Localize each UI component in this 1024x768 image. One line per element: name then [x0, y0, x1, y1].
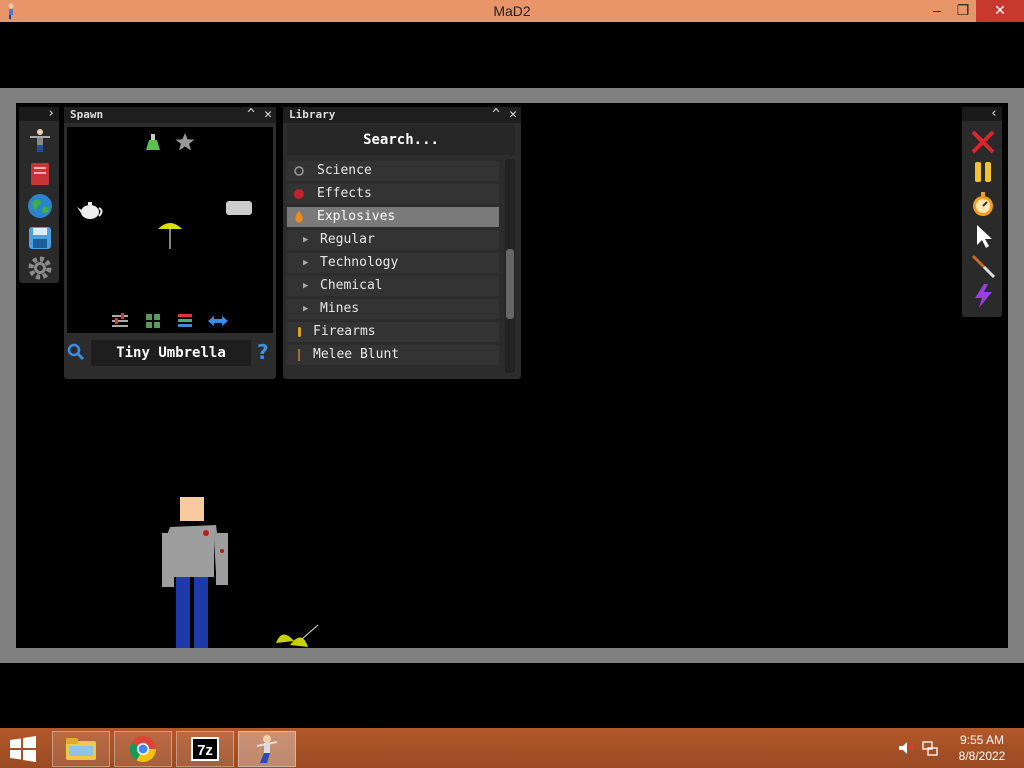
ragdoll-human[interactable] — [156, 493, 236, 648]
library-item-explosives[interactable]: Explosives — [287, 207, 499, 227]
windows-taskbar: 7z 9:55 AM 8/8/2022 — [0, 728, 1024, 768]
spawn-preview-canvas[interactable] — [67, 127, 273, 333]
library-list: Science Effects Explosives ▶ Regular ▶ T… — [287, 161, 503, 375]
expand-arrow-icon: ▶ — [303, 235, 309, 245]
teapot-icon[interactable] — [75, 199, 105, 221]
right-toolbar-header: ‹ — [962, 106, 1002, 121]
library-subitem-regular[interactable]: ▶ Regular — [287, 230, 499, 250]
library-panel: Library ^ ✕ Search... Science Effects Ex… — [283, 107, 521, 379]
spawn-footer: Tiny Umbrella ? — [67, 337, 273, 371]
svg-text:7z: 7z — [197, 742, 213, 759]
library-close-button[interactable]: ✕ — [506, 107, 520, 123]
library-item-effects[interactable]: Effects — [287, 184, 499, 204]
library-subitem-mines[interactable]: ▶ Mines — [287, 299, 499, 319]
clear-icon[interactable] — [970, 129, 996, 155]
knife-icon[interactable] — [970, 253, 996, 279]
bullet-icon — [298, 327, 301, 337]
library-scroll-thumb[interactable] — [506, 249, 514, 319]
window-titlebar: MaD2 – ❐ ✕ — [0, 0, 1024, 22]
flask-icon[interactable] — [145, 133, 161, 151]
pause-icon[interactable] — [970, 159, 996, 185]
effects-icon — [294, 189, 304, 199]
library-item-melee-blunt[interactable]: Melee Blunt — [287, 345, 499, 365]
block-icon[interactable] — [225, 199, 253, 217]
help-button[interactable]: ? — [257, 340, 269, 364]
science-icon — [294, 166, 304, 176]
spawn-panel-title: Spawn — [70, 108, 104, 121]
clock-time: 9:55 AM — [959, 733, 1005, 747]
stopwatch-icon[interactable] — [970, 191, 996, 217]
library-subitem-technology[interactable]: ▶ Technology — [287, 253, 499, 273]
taskbar-7zip[interactable]: 7z — [176, 731, 234, 767]
windows-start-icon[interactable] — [8, 736, 38, 762]
globe-icon[interactable] — [27, 193, 53, 219]
library-scrollbar[interactable] — [505, 159, 515, 373]
expand-toolbar-button[interactable]: › — [47, 106, 55, 121]
library-panel-header: Library ^ ✕ — [283, 107, 521, 123]
left-toolbar-header: › — [19, 106, 59, 121]
spawn-panel-header: Spawn ^ ✕ — [64, 107, 276, 123]
library-panel-title: Library — [289, 108, 336, 121]
right-toolbar: ‹ — [962, 106, 1002, 317]
library-subitem-chemical[interactable]: ▶ Chemical — [287, 276, 499, 296]
7zip-icon: 7z — [191, 737, 219, 761]
grid-view-icon[interactable] — [145, 313, 161, 329]
search-icon[interactable] — [67, 343, 85, 361]
list-view-icon[interactable] — [177, 313, 193, 329]
library-item-firearms[interactable]: Firearms — [287, 322, 499, 342]
taskbar-mad2[interactable] — [238, 731, 296, 767]
save-icon[interactable] — [27, 225, 53, 251]
volume-muted-icon[interactable] — [898, 740, 914, 756]
flame-icon — [295, 211, 303, 223]
tiny-umbrella-icon[interactable] — [157, 219, 183, 249]
star-icon[interactable] — [175, 132, 195, 152]
expand-arrow-icon: ▶ — [303, 258, 309, 268]
spawn-collapse-button[interactable]: ^ — [244, 107, 258, 123]
mad2-app-icon — [256, 735, 278, 763]
library-item-science[interactable]: Science — [287, 161, 499, 181]
settings-gear-icon[interactable] — [27, 255, 53, 281]
network-icon[interactable] — [922, 740, 938, 756]
tiny-umbrella-object[interactable] — [272, 621, 322, 648]
sliders-icon[interactable] — [111, 313, 129, 329]
club-icon — [298, 349, 300, 361]
clock-date: 8/8/2022 — [958, 749, 1006, 763]
selected-item-name: Tiny Umbrella — [91, 340, 251, 366]
spawn-close-button[interactable]: ✕ — [261, 107, 275, 123]
taskbar-file-explorer[interactable] — [52, 731, 110, 767]
book-icon[interactable] — [27, 161, 53, 187]
folder-icon — [66, 738, 96, 760]
maximize-button[interactable]: ❐ — [948, 0, 978, 22]
spawn-panel: Spawn ^ ✕ Tiny Umbrella ? — [64, 107, 276, 379]
window-title: MaD2 — [493, 3, 531, 19]
chrome-icon — [129, 736, 157, 763]
library-collapse-button[interactable]: ^ — [489, 107, 503, 123]
expand-arrow-icon: ▶ — [303, 304, 309, 314]
swap-arrows-icon[interactable] — [207, 314, 229, 328]
cursor-icon[interactable] — [970, 223, 996, 249]
collapse-toolbar-button[interactable]: ‹ — [990, 106, 998, 121]
system-clock[interactable]: 9:55 AM 8/8/2022 — [950, 732, 1014, 764]
close-window-button[interactable]: ✕ — [976, 0, 1024, 22]
ragdoll-icon[interactable] — [27, 127, 53, 153]
expand-arrow-icon: ▶ — [303, 281, 309, 291]
taskbar-chrome[interactable] — [114, 731, 172, 767]
lightning-icon[interactable] — [970, 283, 996, 309]
library-search-input[interactable]: Search... — [287, 125, 515, 155]
left-toolbar: › — [19, 106, 59, 283]
